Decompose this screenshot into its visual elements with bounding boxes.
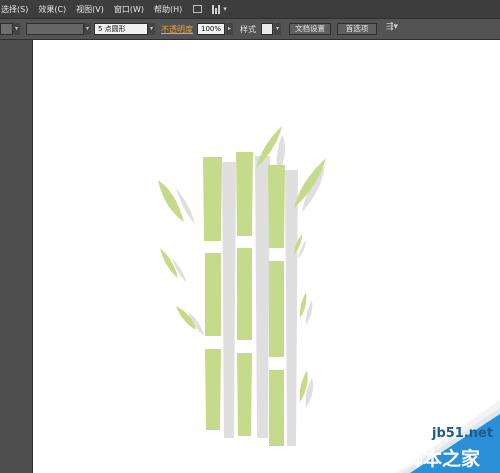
watermark-logo <box>396 400 500 473</box>
watermark-name: 脚本之家 <box>404 448 481 470</box>
watermark-site: jb51.net <box>432 426 494 441</box>
